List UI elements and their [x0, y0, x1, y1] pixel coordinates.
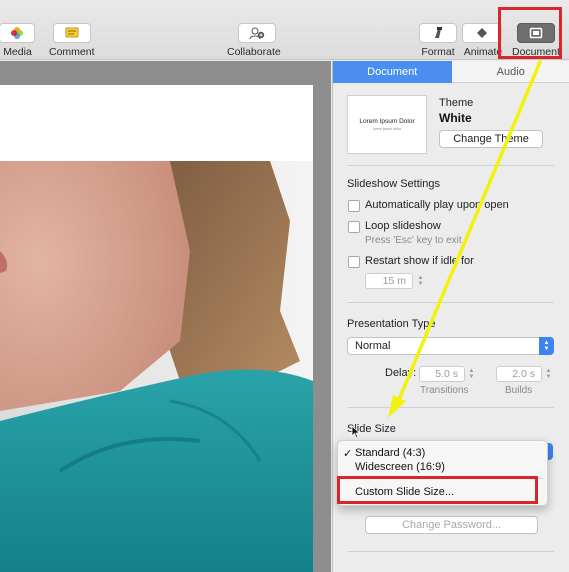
idle-time-stepper[interactable]: ▲ ▼: [416, 273, 425, 289]
loop-slideshow-label[interactable]: Loop slideshow: [365, 220, 441, 232]
idle-time-field[interactable]: 15 m: [365, 273, 413, 289]
inspector-tabs: Document Audio: [333, 61, 569, 83]
animate-button[interactable]: [462, 23, 502, 43]
slide[interactable]: [0, 85, 313, 572]
media-button[interactable]: [0, 23, 35, 43]
chevron-down-icon[interactable]: ▼: [469, 374, 475, 380]
restart-idle-label[interactable]: Restart show if idle for: [365, 255, 474, 267]
presentation-type-value: Normal: [355, 340, 391, 352]
format-label: Format: [421, 46, 455, 58]
tab-audio[interactable]: Audio: [451, 61, 569, 83]
format-button[interactable]: [419, 23, 457, 43]
media-tool[interactable]: Media: [0, 23, 35, 58]
chevron-down-icon[interactable]: ▼: [546, 374, 552, 380]
checkmark-icon: ✓: [343, 447, 353, 460]
collaborate-label: Collaborate: [227, 46, 281, 58]
autoplay-checkbox[interactable]: [348, 200, 360, 212]
collaborate-icon: [249, 27, 265, 40]
collaborate-tool[interactable]: Collaborate: [227, 23, 281, 58]
comment-button[interactable]: [52, 23, 91, 43]
theme-thumbnail-title: Lorem Ipsum Dolor: [359, 118, 415, 125]
comment-icon: [65, 27, 79, 38]
divider: [347, 551, 554, 552]
tab-document[interactable]: Document: [333, 61, 452, 83]
divider: [347, 165, 554, 166]
transitions-label: Transitions: [420, 385, 469, 396]
presentation-type-select[interactable]: Normal ▲ ▼: [347, 337, 554, 355]
menu-item-label: Widescreen (16:9): [355, 461, 445, 473]
paintbrush-icon: [435, 27, 442, 38]
menu-item-label: Standard (4:3): [355, 447, 426, 459]
builds-delay-field[interactable]: 2.0 s: [496, 366, 542, 382]
comment-label: Comment: [49, 46, 95, 58]
theme-thumbnail-subtitle: lorem ipsum dolor: [373, 127, 401, 131]
format-tool[interactable]: Format: [419, 23, 457, 58]
mouse-cursor-icon: [351, 425, 361, 439]
builds-delay-stepper[interactable]: ▲ ▼: [544, 366, 553, 382]
divider: [347, 407, 554, 408]
animate-tool[interactable]: Animate: [462, 23, 502, 58]
annotation-highlight-custom-size: [337, 476, 538, 504]
delay-label: Delay:: [385, 367, 417, 379]
theme-thumbnail[interactable]: Lorem Ipsum Dolor lorem ipsum dolor: [347, 95, 427, 154]
transitions-delay-stepper[interactable]: ▲ ▼: [467, 366, 476, 382]
collaborate-button[interactable]: [237, 23, 276, 43]
animate-label: Animate: [463, 46, 502, 58]
presentation-type-heading: Presentation Type: [347, 318, 436, 330]
animate-icon: [477, 28, 487, 38]
loop-slideshow-hint: Press 'Esc' key to exit: [365, 235, 462, 246]
slideshow-settings-heading: Slideshow Settings: [347, 178, 440, 190]
slide-canvas[interactable]: [0, 61, 331, 572]
annotation-highlight-document: [498, 7, 562, 59]
autoplay-label[interactable]: Automatically play upon open: [365, 199, 509, 211]
menu-item-widescreen[interactable]: Widescreen (16:9): [338, 459, 549, 475]
divider: [347, 302, 554, 303]
restart-idle-checkbox[interactable]: [348, 256, 360, 268]
media-label: Media: [3, 46, 32, 58]
theme-heading: Theme: [439, 97, 474, 109]
theme-name: White: [439, 111, 472, 125]
change-password-button[interactable]: Change Password...: [365, 516, 538, 534]
comment-tool[interactable]: Comment: [49, 23, 95, 58]
chevron-updown-icon: ▲ ▼: [539, 337, 554, 355]
toolbar: Media Comment Collaborate Format Animate…: [0, 0, 569, 60]
chevron-down-icon[interactable]: ▼: [418, 281, 424, 287]
slide-photo[interactable]: [0, 161, 313, 572]
builds-label: Builds: [505, 385, 533, 396]
photos-icon: [11, 27, 23, 39]
loop-slideshow-checkbox[interactable]: [348, 221, 360, 233]
change-theme-button[interactable]: Change Theme: [439, 130, 543, 148]
transitions-delay-field[interactable]: 5.0 s: [419, 366, 465, 382]
